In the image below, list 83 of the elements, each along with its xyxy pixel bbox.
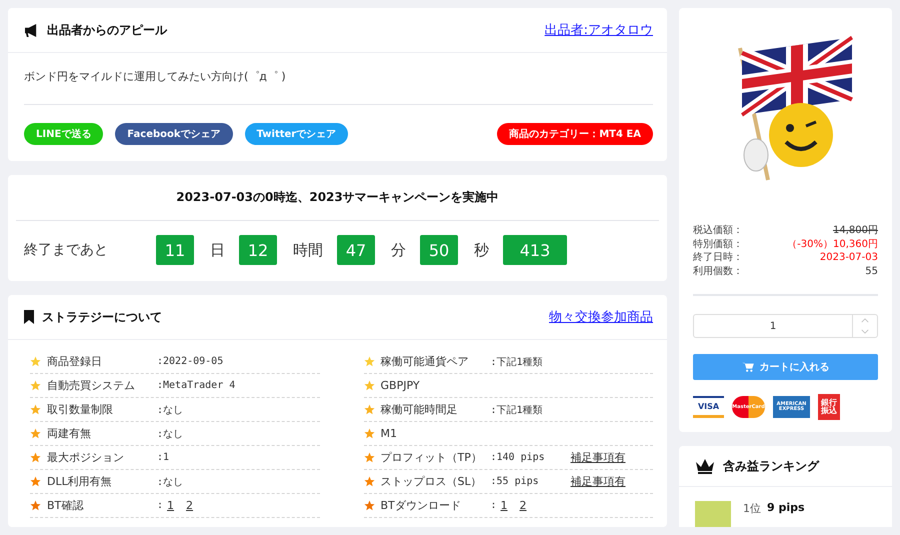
spec-label: 自動売買システム	[47, 378, 136, 393]
price-value: 14,800円	[833, 224, 878, 238]
spec-label: M1	[380, 427, 397, 440]
spec-value: :	[157, 500, 164, 511]
spec-label: GBPJPY	[380, 379, 420, 392]
rank-label: 1位	[743, 501, 761, 516]
backtest-link[interactable]: 2	[186, 499, 194, 512]
bookmark-icon	[24, 310, 34, 324]
spec-label: 稼働可能通貨ペア	[380, 354, 470, 369]
backtest-link[interactable]: 2	[520, 499, 527, 512]
star-icon	[30, 476, 41, 487]
countdown-unit: 分	[391, 240, 406, 260]
visa-card-icon: VISA	[693, 396, 724, 418]
seller-link[interactable]: 出品者:アオタロウ	[544, 21, 653, 39]
bank-transfer-icon: 銀行振込	[818, 394, 840, 420]
section-title: 出品者からのアピール	[47, 22, 167, 38]
star-icon	[364, 428, 374, 439]
spec-value: :下記1種類	[490, 356, 544, 368]
star-icon	[30, 452, 41, 463]
share-button[interactable]: Facebookでシェア	[115, 123, 233, 145]
crown-icon	[695, 458, 715, 474]
price-label: 特別価額：	[693, 238, 743, 251]
spec-label: 両建有無	[47, 426, 92, 441]
megaphone-icon	[24, 24, 39, 36]
appeal-message: ボンド円をマイルドに運用してみたい方向け(゜д゜ )	[24, 53, 653, 105]
spec-value: :	[490, 500, 497, 511]
barter-link[interactable]: 物々交換参加商品	[549, 308, 653, 326]
section-title: ストラテジーについて	[42, 308, 162, 326]
note-link[interactable]: 補足事項有	[570, 450, 626, 465]
star-icon	[364, 380, 374, 391]
star-icon	[30, 404, 41, 415]
spec-value: :なし	[157, 428, 184, 440]
spec-label: BT確認	[47, 498, 84, 513]
spec-value: :1	[157, 452, 170, 463]
spec-value: :2022-09-05	[157, 356, 224, 367]
spec-label: ストップロス（SL）	[380, 474, 483, 489]
price-value: 2023-07-03	[820, 251, 878, 264]
price-label: 終了日時：	[693, 251, 743, 264]
rank-value: 9 pips	[767, 501, 805, 514]
spec-label: DLL利用有無	[47, 474, 113, 489]
spec-label: BTダウンロード	[380, 498, 462, 513]
price-value: （-30%）10,360円	[787, 238, 878, 251]
countdown-value: 413	[503, 235, 567, 265]
star-icon	[30, 500, 41, 511]
star-icon	[364, 404, 374, 415]
spec-value: :なし	[157, 404, 184, 416]
price-label: 利用個数：	[693, 264, 743, 278]
countdown-value: 47	[337, 235, 375, 265]
backtest-link[interactable]: 1	[500, 499, 508, 512]
star-icon	[364, 476, 374, 487]
countdown-label: 終了まであと	[24, 241, 109, 259]
spec-label: プロフィット（TP）	[380, 450, 483, 465]
star-icon	[364, 452, 374, 463]
backtest-link[interactable]: 1	[167, 499, 174, 512]
star-icon	[30, 356, 41, 367]
price-value: 55	[865, 264, 878, 278]
spec-value: :下記1種類	[490, 404, 544, 416]
category-button[interactable]: 商品のカテゴリー：MT4 EA	[497, 123, 653, 145]
spec-value: :なし	[157, 476, 184, 488]
price-label: 税込価額：	[693, 224, 743, 238]
countdown-unit: 秒	[474, 240, 489, 260]
star-icon	[364, 356, 374, 367]
cart-icon	[742, 362, 754, 372]
spec-value: :55 pips	[490, 476, 540, 487]
countdown-unit: 時間	[293, 240, 323, 260]
spec-label: 稼働可能時間足	[380, 402, 458, 417]
countdown-value: 12	[239, 235, 277, 265]
star-icon	[30, 428, 41, 439]
spec-label: 商品登録日	[47, 354, 103, 369]
spec-label: 最大ポジション	[47, 450, 125, 465]
spec-value: :MetaTrader 4	[157, 380, 236, 391]
star-icon	[364, 500, 374, 511]
section-title: 含み益ランキング	[723, 458, 819, 474]
countdown-value: 50	[420, 235, 458, 265]
quantity-field[interactable]: 1	[693, 314, 878, 338]
note-link[interactable]: 補足事項有	[570, 474, 626, 489]
spec-label: 取引数量制限	[47, 402, 114, 417]
product-thumbnail	[695, 501, 731, 527]
star-icon	[30, 380, 41, 391]
campaign-title: 2023-07-03の0時迄、2023サマーキャンペーンを実施中	[16, 175, 659, 221]
countdown-unit: 日	[210, 240, 225, 260]
spec-value: :140 pips	[490, 452, 546, 463]
countdown-value: 11	[156, 235, 194, 265]
